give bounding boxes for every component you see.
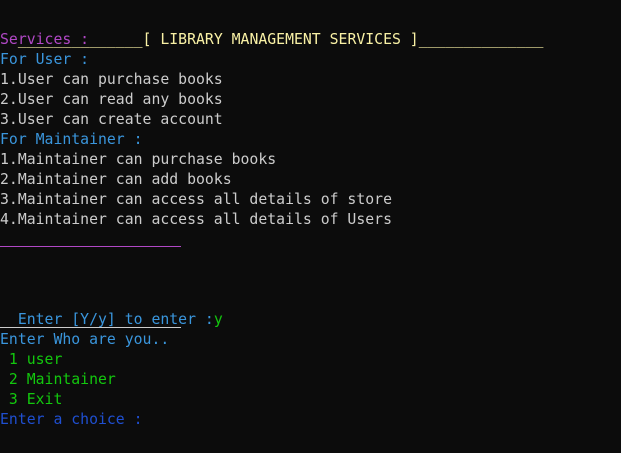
header-right-rule: ______________ [418, 31, 544, 48]
enter-prompt-input[interactable]: y [214, 311, 223, 328]
enter-prompt-line: Enter [Y/y] to enter :y [0, 290, 223, 328]
header-line: ______________[ LIBRARY MANAGEMENT SERVI… [0, 10, 544, 48]
menu-option-maintainer: 2 Maintainer [0, 371, 116, 388]
enter-prompt-label: Enter [Y/y] to enter : [17, 311, 214, 328]
choice-prompt[interactable]: Enter a choice : [0, 410, 143, 430]
role-menu-heading: Enter Who are you.. [0, 331, 170, 348]
maintainer-item: 3.Maintainer can access all details of s… [0, 191, 392, 208]
maintainer-item: 1.Maintainer can purchase books [0, 151, 277, 168]
user-item: 2.User can read any books [0, 91, 223, 108]
header-title: [ LIBRARY MANAGEMENT SERVICES ] [142, 31, 419, 48]
user-item: 3.User can create account [0, 111, 223, 128]
menu-divider [0, 327, 181, 328]
maintainer-section-heading: For Maintainer : [0, 131, 143, 148]
user-section-heading: For User : [0, 51, 90, 68]
maintainer-item: 2.Maintainer can add books [0, 171, 232, 188]
services-heading: Services : [0, 31, 90, 48]
menu-option-exit: 3 Exit [0, 391, 63, 408]
menu-option-user: 1 user [0, 351, 63, 368]
maintainer-item: 4.Maintainer can access all details of U… [0, 211, 392, 228]
terminal-window: { "header": { "left_rule": "____________… [0, 0, 621, 453]
services-divider [0, 246, 181, 247]
user-item: 1.User can purchase books [0, 71, 223, 88]
